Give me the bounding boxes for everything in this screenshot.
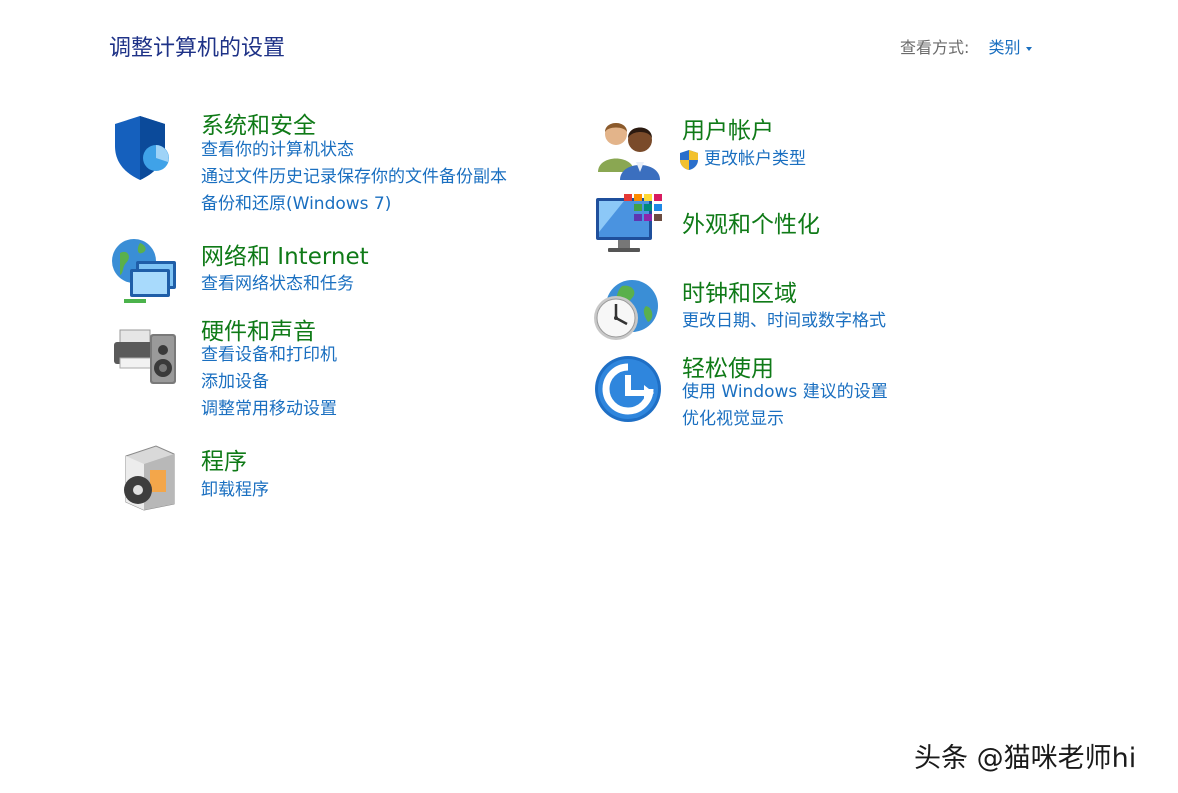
link-recommended-settings[interactable]: 使用 Windows 建议的设置	[682, 379, 888, 406]
link-devices-printers[interactable]: 查看设备和打印机	[201, 342, 337, 369]
category-title-hardware[interactable]: 硬件和声音	[201, 312, 316, 346]
view-by: 查看方式: 类别	[900, 34, 1032, 58]
chevron-down-icon	[1025, 46, 1032, 51]
view-by-value: 类别	[988, 38, 1021, 57]
link-change-account-type-label: 更改帐户类型	[704, 149, 806, 169]
shield-icon[interactable]	[110, 112, 180, 182]
monitor-palette-icon[interactable]	[594, 192, 664, 262]
link-optimize-display[interactable]: 优化视觉显示	[682, 406, 888, 433]
uac-shield-icon	[680, 149, 698, 170]
link-file-history[interactable]: 通过文件历史记录保存你的文件备份副本	[201, 164, 507, 191]
category-title-security[interactable]: 系统和安全	[201, 106, 316, 140]
view-by-dropdown[interactable]: 类别	[989, 38, 1032, 57]
category-title-ease[interactable]: 轻松使用	[682, 349, 774, 383]
programs-box-icon[interactable]	[112, 442, 182, 512]
page-title: 调整计算机的设置	[109, 36, 286, 61]
link-change-date-time[interactable]: 更改日期、时间或数字格式	[682, 308, 886, 335]
watermark: 头条 @猫咪老师hi	[914, 743, 1137, 774]
network-globe-icon[interactable]	[110, 235, 180, 305]
category-title-accounts[interactable]: 用户帐户	[682, 111, 774, 145]
users-icon[interactable]	[594, 112, 664, 182]
category-title-appearance[interactable]: 外观和个性化	[682, 205, 820, 239]
link-uninstall-program[interactable]: 卸载程序	[201, 477, 269, 504]
ease-of-access-icon[interactable]	[594, 355, 664, 425]
globe-clock-icon[interactable]	[592, 276, 662, 346]
link-network-status[interactable]: 查看网络状态和任务	[201, 271, 354, 298]
category-title-network[interactable]: 网络和 Internet	[201, 237, 369, 271]
view-by-label: 查看方式:	[900, 38, 970, 57]
link-mobility-settings[interactable]: 调整常用移动设置	[201, 396, 337, 423]
category-title-programs[interactable]: 程序	[201, 442, 247, 476]
category-title-clock[interactable]: 时钟和区域	[682, 274, 797, 308]
link-backup-restore[interactable]: 备份和还原(Windows 7)	[201, 191, 507, 218]
link-change-account-type[interactable]: 更改帐户类型	[679, 146, 806, 173]
printer-speaker-icon[interactable]	[110, 320, 180, 390]
link-view-computer-status[interactable]: 查看你的计算机状态	[201, 137, 507, 164]
link-add-device[interactable]: 添加设备	[201, 369, 337, 396]
